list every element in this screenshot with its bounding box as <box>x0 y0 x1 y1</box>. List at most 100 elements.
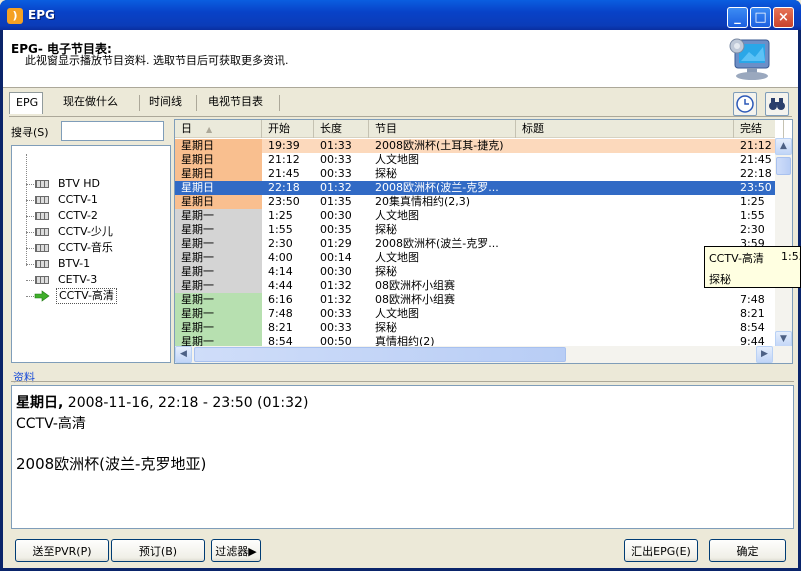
scroll-left-button[interactable]: ◀ <box>175 346 192 363</box>
clock-button[interactable] <box>733 92 757 116</box>
film-icon <box>35 244 49 252</box>
scroll-right-button[interactable]: ▶ <box>756 346 773 363</box>
channel-item-selected[interactable]: CCTV-高清 <box>12 288 170 304</box>
column-header-program[interactable]: 节目 <box>369 120 516 138</box>
table-row[interactable]: 星期日 23:50 01:35 20集真情相约(2,3) 1:25 <box>175 195 775 209</box>
film-icon <box>35 276 49 284</box>
cell-title <box>516 321 734 335</box>
column-header-duration[interactable]: 长度 <box>314 120 369 138</box>
channel-item[interactable]: CCTV-2 <box>12 208 170 224</box>
tab-timeline[interactable]: 时间线 <box>143 92 188 114</box>
column-header-day[interactable]: 日 ▲ <box>175 120 262 138</box>
table-row-selected[interactable]: 星期日 22:18 01:32 2008欧洲杯(波兰-克罗... 23:50 <box>175 181 775 195</box>
cell-title <box>516 251 734 265</box>
cell-day: 星期一 <box>175 293 262 307</box>
table-row[interactable]: 星期日 21:12 00:33 人文地图 21:45 <box>175 153 775 167</box>
column-header-title[interactable]: 标题 <box>516 120 734 138</box>
cell-start: 19:39 <box>268 139 300 152</box>
cell-start: 6:16 <box>268 293 293 306</box>
cell-duration: 00:30 <box>320 209 352 222</box>
info-channel: CCTV-高清 <box>16 416 86 432</box>
search-label: 搜寻(S) <box>11 126 49 139</box>
export-epg-button[interactable]: 汇出EPG(E) <box>624 539 698 562</box>
title-bar[interactable]: ) EPG _ □ × <box>0 0 801 30</box>
cell-program: 人文地图 <box>375 251 419 264</box>
cell-program: 08欧洲杯小组赛 <box>375 279 455 292</box>
scroll-up-button[interactable]: ▲ <box>775 138 792 155</box>
channel-item[interactable]: CCTV-音乐 <box>12 240 170 256</box>
cell-duration: 00:14 <box>320 251 352 264</box>
cell-program: 人文地图 <box>375 307 419 320</box>
table-row[interactable]: 星期一 8:21 00:33 探秘 8:54 <box>175 321 775 335</box>
minimize-button[interactable]: _ <box>727 7 748 28</box>
column-header-start[interactable]: 开始 <box>262 120 314 138</box>
vertical-scrollbar[interactable]: ▲ ▼ <box>775 138 792 348</box>
tab-now-playing[interactable]: 现在做什么 <box>57 92 124 114</box>
table-row[interactable]: 星期一 1:55 00:35 探秘 2:30 <box>175 223 775 237</box>
reserve-button[interactable]: 预订(B) <box>111 539 205 562</box>
window-client: EPG- 电子节目表: 此视窗显示播放节目资料. 选取节目后可获取更多资讯. E… <box>3 30 798 568</box>
cell-title <box>516 237 734 251</box>
program-grid[interactable]: 日 ▲ 开始 长度 节目 标题 完结 星期日 19:39 01:33 2008欧洲杯(土… <box>174 119 793 364</box>
horizontal-scrollbar[interactable]: ◀ ▶ <box>175 346 792 363</box>
cell-day: 星期日 <box>175 167 262 181</box>
cell-day: 星期一 <box>175 209 262 223</box>
table-row[interactable]: 星期一 6:16 01:32 08欧洲杯小组赛 7:48 <box>175 293 775 307</box>
tab-tv-schedule[interactable]: 电视节目表 <box>202 92 269 114</box>
vertical-scroll-thumb[interactable] <box>776 157 791 175</box>
cell-program: 2008欧洲杯(波兰-克罗... <box>375 181 499 194</box>
film-icon <box>35 196 49 204</box>
header-description: 此视窗显示播放节目资料. 选取节目后可获取更多资讯. <box>25 54 289 67</box>
table-row[interactable]: 星期一 4:14 00:30 探秘 <box>175 265 775 279</box>
channel-item[interactable]: BTV HD <box>12 176 170 192</box>
channel-tree[interactable]: BTV HD CCTV-1 CCTV-2 CCTV-少儿 CCTV-音乐 BTV… <box>11 145 171 363</box>
find-button[interactable] <box>765 92 789 116</box>
tab-epg[interactable]: EPG <box>9 92 43 114</box>
table-row[interactable]: 星期日 19:39 01:33 2008欧洲杯(土耳其-捷克) 21:12 <box>175 139 775 153</box>
grid-header: 日 ▲ 开始 长度 节目 标题 完结 <box>175 120 784 138</box>
cell-duration: 00:30 <box>320 265 352 278</box>
close-button[interactable]: × <box>773 7 794 28</box>
channel-item[interactable]: CETV-3 <box>12 272 170 288</box>
table-row[interactable]: 星期一 2:30 01:29 2008欧洲杯(波兰-克罗... 3:59 <box>175 237 775 251</box>
search-input[interactable] <box>61 121 164 141</box>
channel-label: CCTV-2 <box>58 209 98 222</box>
cell-duration: 00:33 <box>320 321 352 334</box>
channel-label: CETV-3 <box>58 273 98 286</box>
cell-title <box>516 293 734 307</box>
cell-program: 探秘 <box>375 321 397 334</box>
cell-start: 21:12 <box>268 153 300 166</box>
info-panel: 星期日, 2008-11-16, 22:18 - 23:50 (01:32) C… <box>11 385 794 529</box>
film-icon <box>35 260 49 268</box>
send-to-pvr-button[interactable]: 送至PVR(P) <box>15 539 109 562</box>
ok-button[interactable]: 确定 <box>709 539 786 562</box>
tooltip-time: 1:55 <box>781 250 800 263</box>
column-header-end[interactable]: 完结 <box>734 120 784 138</box>
channel-item[interactable]: CCTV-1 <box>12 192 170 208</box>
table-row[interactable]: 星期一 4:44 01:32 08欧洲杯小组赛 <box>175 279 775 293</box>
cell-day: 星期一 <box>175 279 262 293</box>
cell-duration: 01:32 <box>320 279 352 292</box>
channel-label: CCTV-1 <box>58 193 98 206</box>
horizontal-scroll-thumb[interactable] <box>194 347 566 362</box>
arrow-right-icon <box>34 290 50 302</box>
cell-start: 7:48 <box>268 307 293 320</box>
cell-day: 星期一 <box>175 307 262 321</box>
channel-item[interactable]: BTV-1 <box>12 256 170 272</box>
cell-duration: 00:35 <box>320 223 352 236</box>
table-row[interactable]: 星期一 1:25 00:30 人文地图 1:55 <box>175 209 775 223</box>
cell-duration: 01:35 <box>320 195 352 208</box>
table-row[interactable]: 星期一 4:00 00:14 人文地图 <box>175 251 775 265</box>
cell-day: 星期一 <box>175 321 262 335</box>
table-row[interactable]: 星期一 7:48 00:33 人文地图 8:21 <box>175 307 775 321</box>
triangle-right-icon: ▶ <box>248 544 257 558</box>
channel-label: CCTV-音乐 <box>58 241 113 254</box>
window-title: EPG <box>28 8 55 22</box>
maximize-button[interactable]: □ <box>750 7 771 28</box>
filter-button[interactable]: 过滤器▶ <box>211 539 261 562</box>
info-divider <box>11 381 794 382</box>
table-row[interactable]: 星期日 21:45 00:33 探秘 22:18 <box>175 167 775 181</box>
binoculars-icon <box>769 98 785 110</box>
cell-start: 2:30 <box>268 237 293 250</box>
channel-item[interactable]: CCTV-少儿 <box>12 224 170 240</box>
